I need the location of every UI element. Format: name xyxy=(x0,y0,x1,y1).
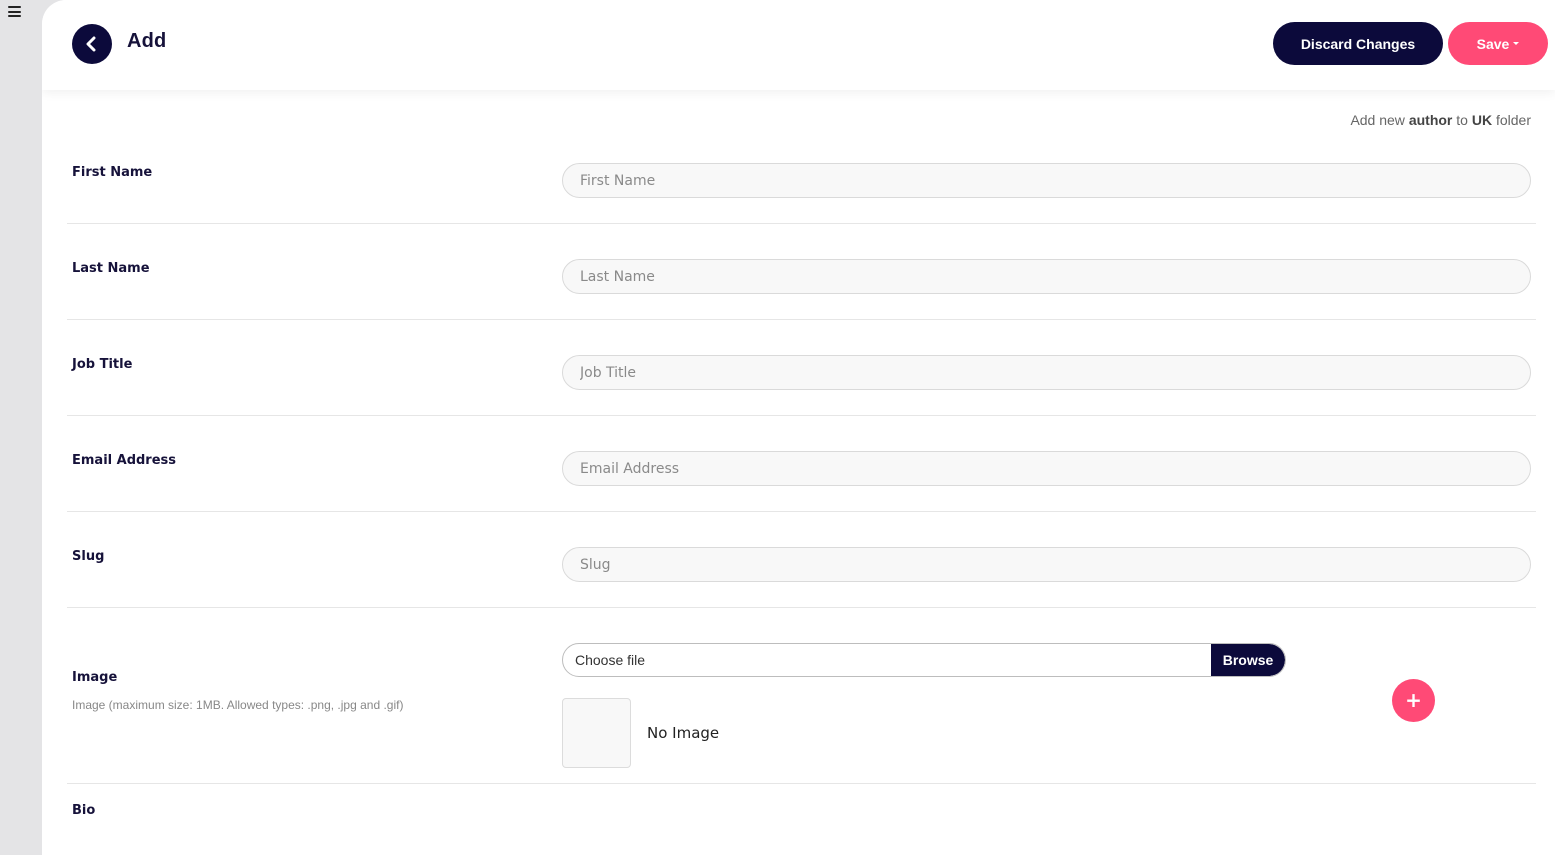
last-name-input[interactable] xyxy=(562,259,1531,294)
discard-changes-button[interactable]: Discard Changes xyxy=(1273,22,1443,65)
bio-label: Bio xyxy=(72,803,96,818)
first-name-label: First Name xyxy=(72,165,153,180)
first-name-input[interactable] xyxy=(562,163,1531,198)
slug-label: Slug xyxy=(72,549,105,564)
main-panel: Add Discard Changes Save Add new author … xyxy=(42,0,1555,855)
job-title-label: Job Title xyxy=(72,357,133,372)
context-middle: to xyxy=(1456,112,1468,128)
form-row-first-name: First Name xyxy=(67,128,1536,224)
context-note: Add new author to UK folder xyxy=(1350,112,1531,128)
browse-button[interactable]: Browse xyxy=(1211,644,1285,676)
no-image-text: No Image xyxy=(647,724,720,742)
form-row-job-title: Job Title xyxy=(67,320,1536,416)
hamburger-menu-icon[interactable] xyxy=(8,6,21,17)
page-header: Add Discard Changes Save xyxy=(42,0,1555,90)
email-address-label: Email Address xyxy=(72,453,177,468)
context-prefix: Add new xyxy=(1350,112,1405,128)
context-suffix: folder xyxy=(1495,112,1531,128)
last-name-label: Last Name xyxy=(72,261,150,276)
form-row-bio: Bio xyxy=(67,784,1536,855)
side-rail xyxy=(0,0,42,855)
caret-down-icon xyxy=(1513,42,1520,45)
save-button-label: Save xyxy=(1476,35,1510,52)
image-label: Image xyxy=(72,670,118,685)
image-hint: Image (maximum size: 1MB. Allowed types:… xyxy=(72,698,404,712)
save-button[interactable]: Save xyxy=(1448,22,1548,65)
form-row-last-name: Last Name xyxy=(67,224,1536,320)
context-folder: UK xyxy=(1471,112,1493,128)
page-title: Add xyxy=(127,30,167,52)
job-title-input[interactable] xyxy=(562,355,1531,390)
chevron-left-icon xyxy=(86,36,96,52)
email-address-input[interactable] xyxy=(562,451,1531,486)
form-row-image: Image Image (maximum size: 1MB. Allowed … xyxy=(67,608,1536,784)
file-chooser[interactable]: Choose file Browse xyxy=(562,643,1286,677)
form-row-slug: Slug xyxy=(67,512,1536,608)
add-image-button[interactable]: + xyxy=(1392,679,1435,722)
back-button[interactable] xyxy=(72,24,112,64)
image-thumbnail xyxy=(562,698,631,768)
form-row-email: Email Address xyxy=(67,416,1536,512)
context-entity: author xyxy=(1408,112,1453,128)
slug-input[interactable] xyxy=(562,547,1531,582)
choose-file-label: Choose file xyxy=(575,652,646,668)
